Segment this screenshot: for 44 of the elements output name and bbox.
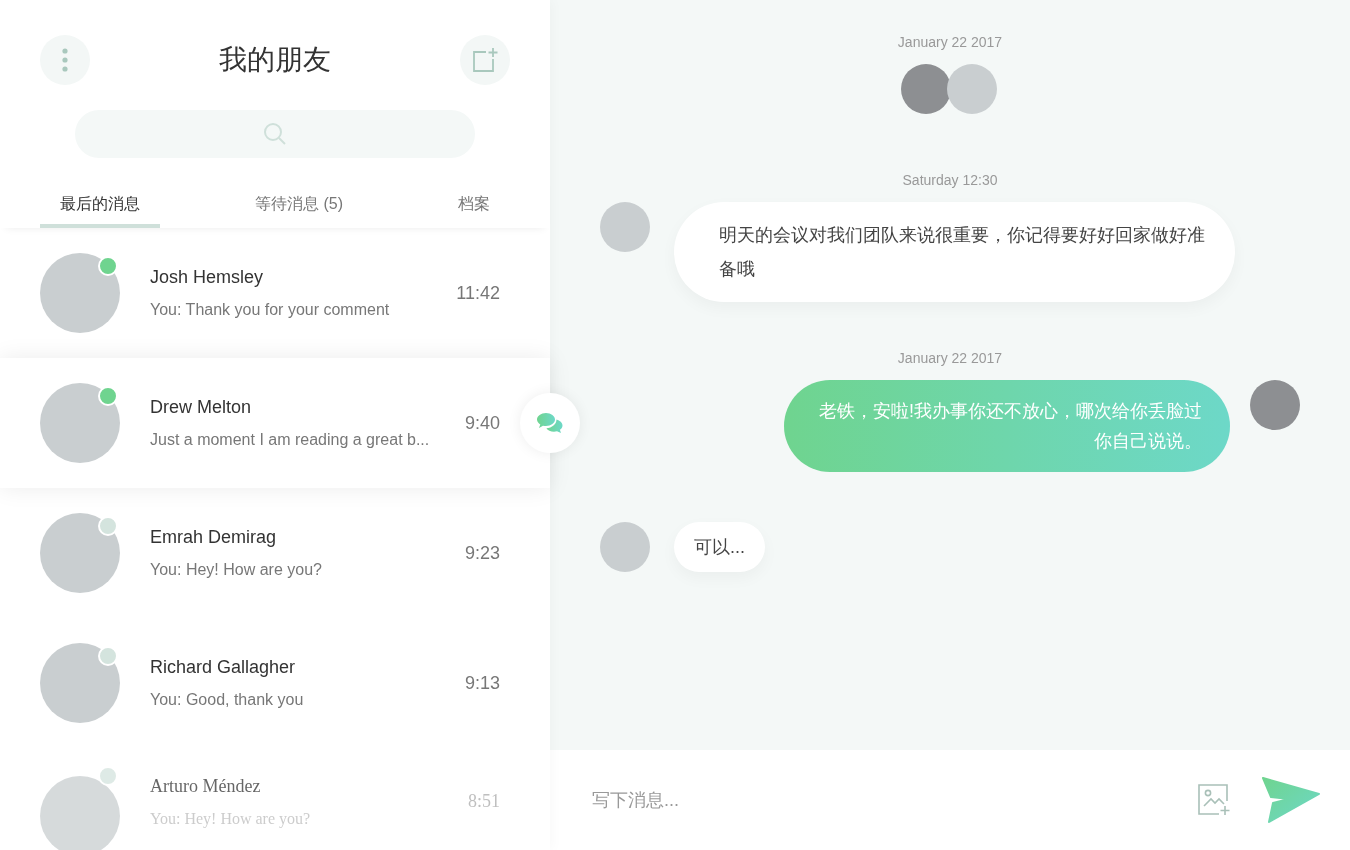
date-label: January 22 2017 bbox=[896, 34, 1004, 50]
chat-bubbles-icon bbox=[537, 411, 563, 435]
tab[interactable]: 档案 bbox=[438, 170, 510, 228]
message-time: 8:51 bbox=[468, 790, 500, 812]
message-preview: You: Hey! How are you? bbox=[150, 559, 323, 580]
contact-name: Drew Melton bbox=[150, 396, 253, 418]
contact-name: Josh Hemsley bbox=[150, 266, 265, 288]
add-image-button[interactable] bbox=[1198, 784, 1232, 816]
tab[interactable]: 最后的消息 bbox=[40, 170, 160, 228]
message-time: 11:42 bbox=[456, 282, 500, 304]
message-preview: Just a moment I am reading a great b... bbox=[150, 429, 431, 450]
sidebar-title: 我的朋友 bbox=[219, 43, 331, 77]
contact-item[interactable]: Josh Hemsley You: Thank you for your comment 11:42 bbox=[0, 228, 550, 358]
contact-name: Arturo Méndez bbox=[150, 776, 262, 797]
message-bubble: 明天的会议对我们团队来说很重要，你记得要好好回家做好准备哦 bbox=[674, 202, 1235, 302]
more-button[interactable] bbox=[40, 35, 90, 85]
contact-item[interactable]: Richard Gallagher You: Good, thank you 9:13 bbox=[0, 618, 550, 748]
message-input[interactable]: 写下消息... bbox=[590, 788, 1168, 812]
search-field[interactable] bbox=[75, 110, 475, 158]
avatar bbox=[947, 64, 997, 114]
tab[interactable]: 等待消息 (5) bbox=[235, 170, 363, 228]
date-label: January 22 2017 bbox=[896, 350, 1004, 366]
avatar bbox=[1250, 380, 1300, 430]
message-bubble: 可以... bbox=[674, 522, 765, 572]
avatar bbox=[600, 202, 650, 252]
square-plus-icon bbox=[472, 47, 498, 73]
message-preview: You: Thank you for your comment bbox=[150, 299, 391, 320]
avatar bbox=[901, 64, 951, 114]
message-time: 9:40 bbox=[464, 412, 500, 434]
vertical-dots-icon bbox=[62, 48, 68, 72]
avatar bbox=[600, 522, 650, 572]
message-bubble: 老铁，安啦!我办事你还不放心，哪次给你丢脸过你自己说说。 bbox=[784, 380, 1230, 472]
message-time: 9:23 bbox=[464, 542, 500, 564]
image-plus-icon bbox=[1198, 784, 1232, 816]
contact-name: Richard Gallagher bbox=[150, 656, 297, 678]
contact-item[interactable]: Emrah Demirag You: Hey! How are you? 9:23 bbox=[0, 488, 550, 618]
message-preview: You: Good, thank you bbox=[150, 689, 305, 710]
search-icon bbox=[263, 122, 287, 146]
new-chat-button[interactable] bbox=[460, 35, 510, 85]
send-button[interactable] bbox=[1262, 777, 1320, 823]
contact-name: Emrah Demirag bbox=[150, 526, 278, 548]
date-label: Saturday 12:30 bbox=[901, 172, 999, 188]
send-icon bbox=[1262, 777, 1320, 823]
message-time: 9:13 bbox=[464, 672, 500, 694]
